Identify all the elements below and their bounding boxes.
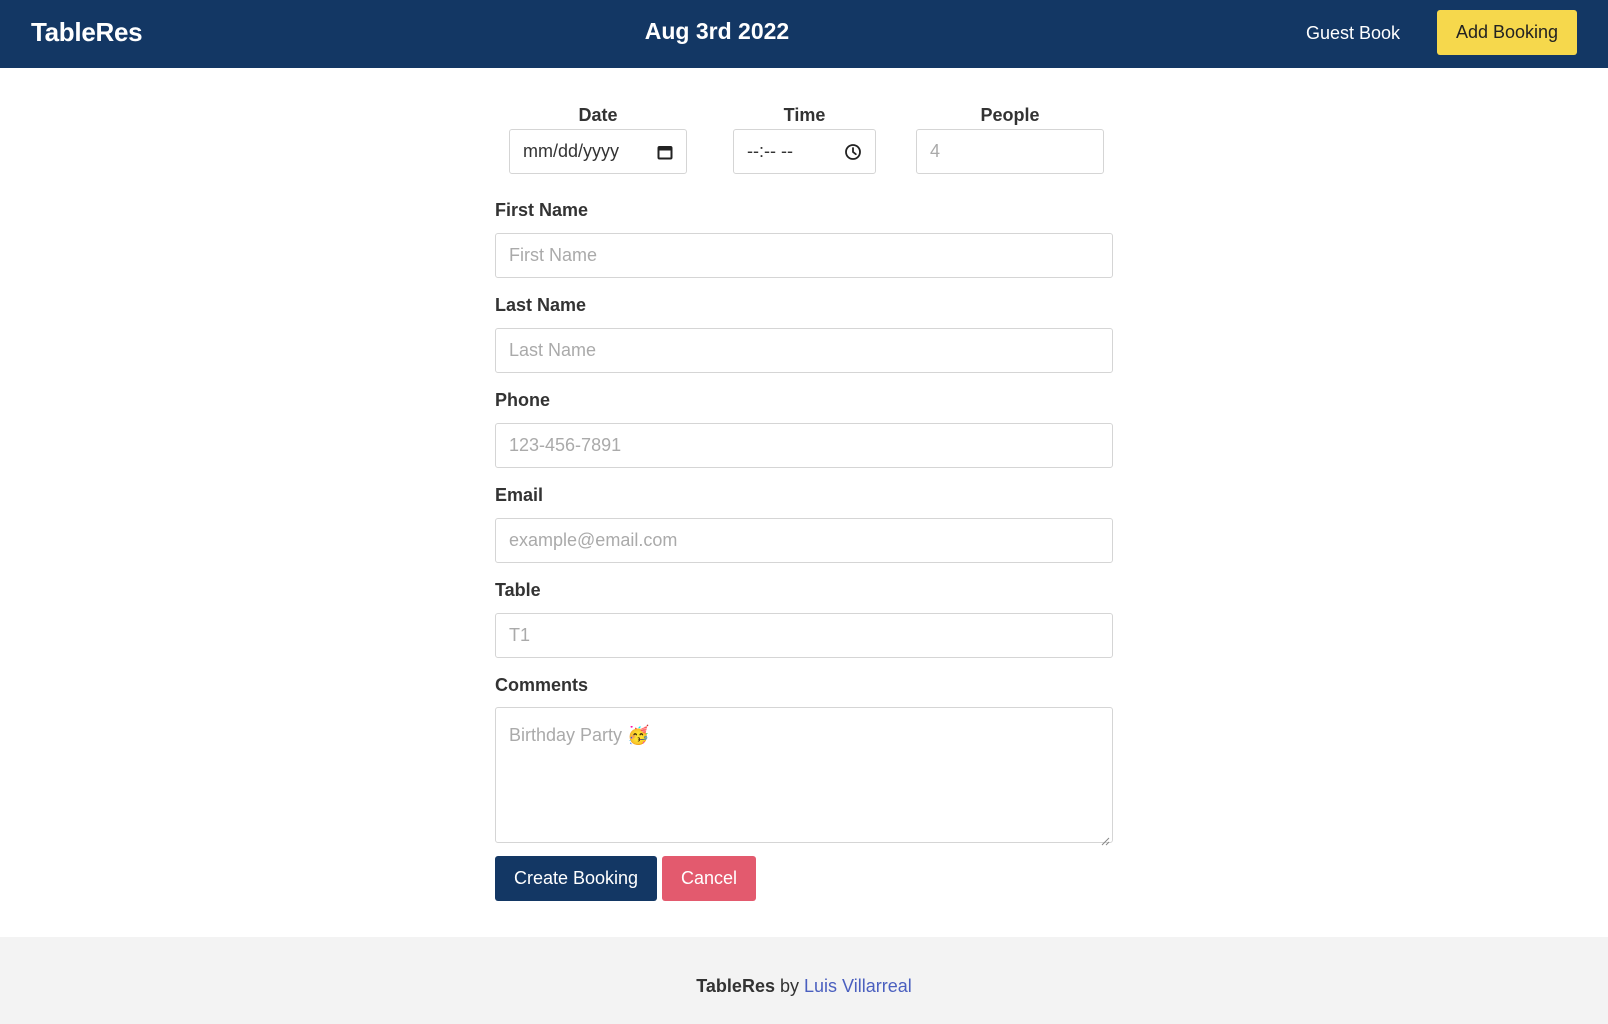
navbar: TableRes Aug 3rd 2022 Guest Book Add Boo… [0,0,1608,68]
table-input[interactable]: T1 [495,613,1113,658]
first-name-label: First Name [495,200,589,220]
first-name-input[interactable]: First Name [495,233,1113,278]
phone-label: Phone [495,390,551,410]
email-input[interactable]: example@email.com [495,518,1113,563]
people-label: People [980,105,1040,125]
add-booking-button[interactable]: Add Booking [1437,10,1577,55]
people-input[interactable]: 4 [916,129,1104,174]
comments-label: Comments [495,675,589,695]
date-input-value: mm/dd/yyyy [523,141,620,161]
comments-placeholder: Birthday Party 🥳 [509,725,650,745]
guest-book-link[interactable]: Guest Book [1306,23,1400,44]
date-input[interactable]: mm/dd/yyyy [509,129,687,174]
create-booking-button[interactable]: Create Booking [495,856,657,901]
phone-input[interactable]: 123-456-7891 [495,423,1113,468]
first-name-placeholder: First Name [509,245,598,265]
calendar-icon[interactable] [657,144,673,160]
cancel-button[interactable]: Cancel [662,856,756,901]
time-input-value: --:-- -- [747,141,793,161]
phone-placeholder: 123-456-7891 [509,435,622,455]
clock-icon[interactable] [844,143,862,161]
footer-by: by [779,976,804,996]
time-label: Time [783,105,826,125]
current-date: Aug 3rd 2022 [644,18,790,44]
last-name-placeholder: Last Name [509,340,597,360]
footer-brand: TableRes [696,976,775,996]
footer-author-link[interactable]: Luis Villarreal [804,976,912,996]
footer: TableRes by Luis Villarreal [0,937,1608,1024]
resize-handle-icon[interactable] [1100,830,1110,846]
comments-textarea[interactable]: Birthday Party 🥳 [495,707,1113,846]
time-input[interactable]: --:-- -- [733,129,876,174]
date-label: Date [578,105,618,125]
table-label: Table [495,580,541,600]
table-placeholder: T1 [509,625,531,645]
last-name-input[interactable]: Last Name [495,328,1113,373]
email-label: Email [495,485,544,505]
people-placeholder: 4 [930,141,941,161]
last-name-label: Last Name [495,295,587,315]
email-placeholder: example@email.com [509,530,678,550]
